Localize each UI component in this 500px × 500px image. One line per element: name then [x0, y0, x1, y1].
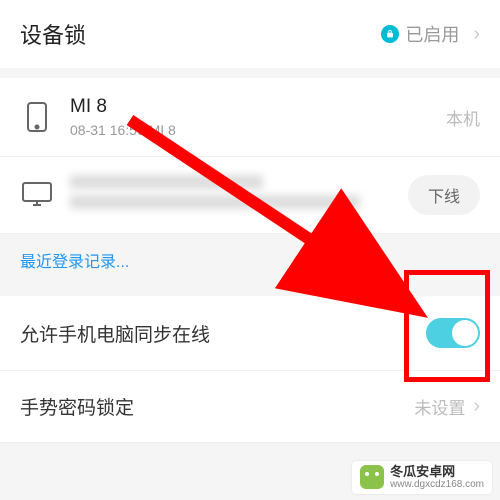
lock-icon: [381, 25, 399, 43]
device-lock-title: 设备锁: [20, 18, 381, 50]
gesture-lock-label: 手势密码锁定: [20, 393, 414, 420]
gesture-lock-row[interactable]: 手势密码锁定 未设置 ›: [0, 371, 500, 443]
phone-icon: [20, 101, 54, 133]
device-meta: 08-31 16:56 MI 8: [70, 122, 430, 138]
device-self-tag: 本机: [446, 105, 480, 130]
gesture-lock-value: 未设置: [414, 394, 465, 419]
watermark-url: www.dgxcdz168.com: [390, 479, 484, 490]
desktop-icon: [20, 181, 54, 209]
watermark-name: 冬瓜安卓网: [390, 465, 484, 479]
login-history-link[interactable]: 最近登录记录...: [0, 234, 500, 286]
device-lock-header-row[interactable]: 设备锁 已启用 ›: [0, 0, 500, 68]
device-lock-status-text: 已启用: [405, 21, 459, 47]
device-name: MI 8: [70, 96, 430, 118]
chevron-right-icon: ›: [473, 23, 480, 46]
sync-online-label: 允许手机电脑同步在线: [20, 320, 426, 347]
device-lock-status: 已启用 ›: [381, 21, 480, 47]
android-mascot-icon: [360, 465, 384, 489]
device-info-redacted: [70, 175, 392, 215]
sync-online-toggle[interactable]: [426, 318, 480, 348]
device-row-desktop[interactable]: 下线: [0, 157, 500, 234]
chevron-right-icon: ›: [473, 395, 480, 418]
device-row-phone[interactable]: MI 8 08-31 16:56 MI 8 本机: [0, 78, 500, 157]
watermark: 冬瓜安卓网 www.dgxcdz168.com: [352, 461, 492, 494]
device-info: MI 8 08-31 16:56 MI 8: [70, 96, 430, 138]
sync-online-row[interactable]: 允许手机电脑同步在线: [0, 296, 500, 371]
offline-button[interactable]: 下线: [408, 175, 480, 215]
